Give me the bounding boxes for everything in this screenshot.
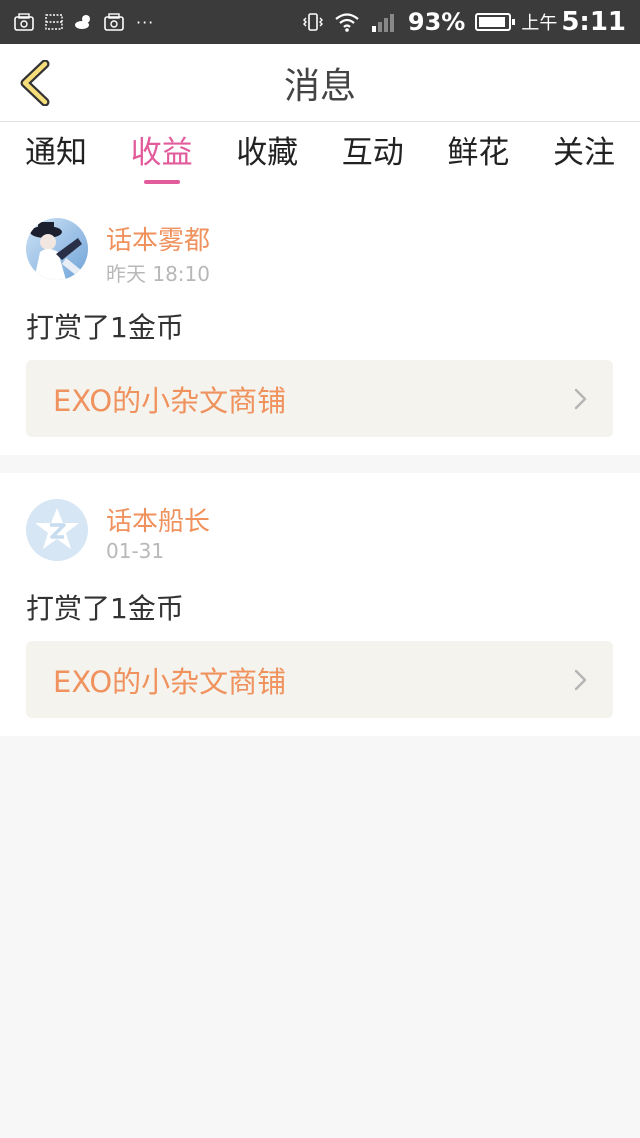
- user-avatar-image: [26, 218, 88, 280]
- tab-bar: 通知 收益 收藏 互动 鲜花 关注: [0, 122, 640, 192]
- top-bar: 消息: [0, 44, 640, 122]
- more-notifications: ···: [136, 12, 155, 32]
- status-bar: ··· 93% 上午 5:11: [0, 0, 640, 44]
- shop-link[interactable]: EXO的小杂文商铺: [26, 641, 613, 718]
- battery-icon: [475, 13, 516, 31]
- tab-following[interactable]: 关注: [553, 122, 615, 192]
- avatar[interactable]: [26, 218, 88, 280]
- user-name[interactable]: 话本船长: [106, 501, 210, 538]
- vibrate-icon: [302, 13, 323, 31]
- avatar[interactable]: [26, 499, 88, 561]
- system-status: 93% 上午 5:11: [302, 7, 626, 37]
- shop-link-label: EXO的小杂文商铺: [53, 383, 287, 418]
- message-time: 昨天 18:10: [106, 262, 210, 286]
- chevron-right-icon: [574, 388, 587, 410]
- tab-earnings[interactable]: 收益: [131, 122, 193, 192]
- grid-notification-icon: [45, 14, 63, 30]
- chevron-right-icon: [574, 669, 587, 691]
- battery-percentage: 93%: [407, 8, 466, 36]
- message-text: 打赏了1金币: [26, 592, 184, 625]
- message-text: 打赏了1金币: [26, 311, 184, 344]
- shop-link[interactable]: EXO的小杂文商铺: [26, 360, 613, 437]
- wifi-icon: [335, 13, 359, 32]
- back-button[interactable]: [12, 58, 58, 108]
- default-avatar-icon: [26, 499, 88, 561]
- clock: 5:11: [561, 7, 626, 37]
- time-period: 上午: [521, 13, 558, 34]
- user-name[interactable]: 话本雾都: [106, 220, 210, 257]
- tab-notifications[interactable]: 通知: [25, 122, 87, 192]
- back-arrow-icon: [20, 60, 50, 106]
- message-card: 话本雾都 昨天 18:10 打赏了1金币 EXO的小杂文商铺: [0, 192, 640, 455]
- page-title: 消息: [283, 65, 356, 107]
- app-notification-icon: [104, 13, 124, 31]
- shop-link-label: EXO的小杂文商铺: [53, 664, 287, 699]
- notification-icons: ···: [14, 13, 154, 32]
- signal-icon: [371, 14, 394, 32]
- tab-favorites[interactable]: 收藏: [236, 122, 298, 192]
- message-time: 01-31: [106, 539, 165, 563]
- app-notification-icon: [14, 13, 34, 31]
- tab-flowers[interactable]: 鲜花: [447, 122, 509, 192]
- weather-icon: [75, 15, 90, 29]
- message-card: 话本船长 01-31 打赏了1金币 EXO的小杂文商铺: [0, 473, 640, 736]
- tab-interactions[interactable]: 互动: [342, 122, 404, 192]
